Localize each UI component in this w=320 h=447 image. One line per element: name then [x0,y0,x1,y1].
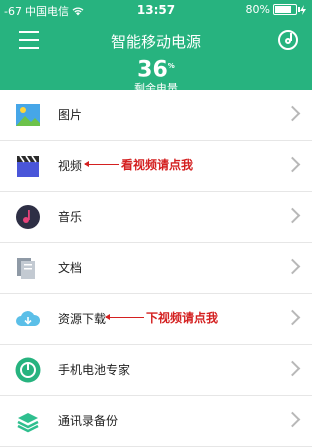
chevron-right-icon [284,309,301,326]
chevron-right-icon [284,207,301,224]
list-item-pictures[interactable]: 图片 [0,90,312,141]
list-item-label: 视频 [58,159,83,173]
remaining-charge-value: 36% [137,57,175,83]
cloud-download-icon [16,311,41,326]
battery-percent: 80% [245,3,270,16]
annotation-text: 下视频请点我 [146,311,219,325]
list-item-label: 音乐 [58,210,83,224]
list-item-label: 通讯录备份 [58,414,119,428]
list-item-music[interactable]: 音乐 [0,192,312,243]
menu-list: 图片 视频 看视频请点我 音乐 文档 资源下载 下视频请点我 手机电池专家 通讯… [0,90,312,447]
list-item-label: 手机电池专家 [58,363,131,377]
list-item-label: 图片 [58,108,83,122]
list-item-contacts-backup[interactable]: 通讯录备份 [0,396,312,447]
status-bar: -67 中国电信 13:57 80% [0,0,312,20]
chevron-right-icon [284,156,301,173]
remaining-charge-label: 剩余电量 [134,82,178,90]
picture-icon [16,104,40,126]
app-header: -67 中国电信 13:57 80% 智能移动电源 36% 剩余电量 [0,0,312,90]
list-item-label: 资源下载 [58,312,107,326]
music-icon [16,205,40,229]
annotation-text: 看视频请点我 [121,158,194,172]
chevron-right-icon [284,105,301,122]
battery-expert-icon [15,357,41,383]
charging-bolt-icon [300,4,306,15]
page-title: 智能移动电源 [110,33,201,51]
list-item-video[interactable]: 视频 看视频请点我 [0,141,312,192]
list-item-label: 文档 [58,261,83,275]
annotation-callout: 下视频请点我 [105,309,219,326]
annotation-callout: 看视频请点我 [84,156,194,173]
document-icon [17,258,35,279]
chevron-right-icon [284,360,301,377]
list-item-downloads[interactable]: 资源下载 下视频请点我 [0,294,312,345]
layers-icon [17,413,39,433]
music-note-button[interactable] [278,30,298,50]
list-item-battery-expert[interactable]: 手机电池专家 [0,345,312,396]
chevron-right-icon [284,258,301,275]
clapperboard-icon [17,155,39,177]
battery-icon [273,4,300,15]
chevron-right-icon [284,411,301,428]
list-item-documents[interactable]: 文档 [0,243,312,294]
